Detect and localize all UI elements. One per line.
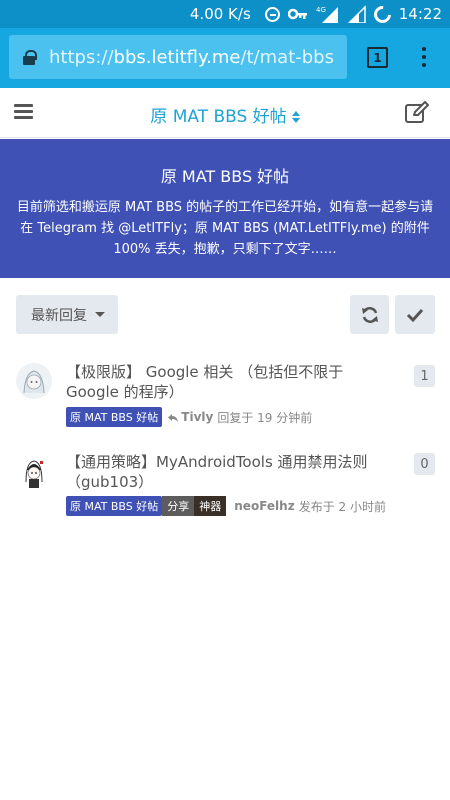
avatar[interactable] xyxy=(16,363,52,399)
vpn-key-icon xyxy=(287,8,308,20)
banner-title: 原 MAT BBS 好帖 xyxy=(160,167,290,186)
category-badge[interactable]: 原 MAT BBS 好帖 xyxy=(66,496,163,516)
topic-title[interactable]: 【极限版】 Google 相关 （包括但不限于 Google 的程序） xyxy=(66,362,396,402)
check-icon xyxy=(406,308,424,322)
username-link[interactable]: neoFelhz xyxy=(234,499,294,513)
signal-icon: 4G xyxy=(316,5,340,23)
mark-read-button[interactable] xyxy=(395,295,435,334)
refresh-button[interactable] xyxy=(350,295,389,334)
topic-title[interactable]: 【通用策略】MyAndroidTools 通用禁用法则（gub103） xyxy=(66,452,396,492)
compose-icon[interactable] xyxy=(405,101,429,123)
browser-toolbar: https://bbs.letitfly.me/t/mat-bbs 1 xyxy=(0,28,450,88)
tag-badge[interactable]: 分享 xyxy=(162,496,195,516)
sort-dropdown-button[interactable]: 最新回复 xyxy=(16,295,118,334)
avatar[interactable] xyxy=(16,454,52,490)
url-path: /t/mat-bbs xyxy=(240,46,334,68)
sync-icon xyxy=(370,2,395,26)
sort-label: 最新回复 xyxy=(31,307,87,324)
network-type-label: 4G xyxy=(316,6,326,14)
reply-count: 0 xyxy=(414,453,435,475)
status-bar: 4.00 K/s 4G 14:22 xyxy=(0,0,450,28)
topic-meta: 原 MAT BBS 好帖 Tivly 回复于 19 分钟前 xyxy=(66,407,312,427)
net-speed: 4.00 K/s xyxy=(189,5,251,23)
url-bar[interactable]: https://bbs.letitfly.me/t/mat-bbs xyxy=(9,35,347,79)
lock-icon xyxy=(23,50,37,65)
sort-icon xyxy=(291,111,300,123)
category-badge[interactable]: 原 MAT BBS 好帖 xyxy=(66,407,163,427)
clock: 14:22 xyxy=(398,5,442,23)
banner-description: 目前筛选和搬运原 MAT BBS 的帖子的工作已经开始，如有意一起参与请在 Te… xyxy=(16,200,434,257)
caret-down-icon xyxy=(95,312,105,317)
username-link[interactable]: Tivly xyxy=(181,410,213,424)
forum-header: 原 MAT BBS 好帖 xyxy=(0,88,450,138)
page-title: 原 MAT BBS 好帖 xyxy=(150,107,287,127)
tab-switcher-button[interactable]: 1 xyxy=(367,47,388,68)
tag-badge[interactable]: 神器 xyxy=(194,496,227,516)
url-protocol: https:// xyxy=(49,46,114,68)
category-dropdown[interactable]: 原 MAT BBS 好帖 xyxy=(0,102,450,127)
browser-menu-icon[interactable] xyxy=(418,45,430,69)
signal-icon xyxy=(347,5,366,23)
data-saver-icon xyxy=(264,6,280,22)
reply-icon xyxy=(168,413,179,422)
url-host: bbs.letitfly.me xyxy=(113,46,241,68)
topic-meta: 原 MAT BBS 好帖 分享 神器 neoFelhz 发布于 2 小时前 xyxy=(66,496,386,516)
category-banner: 原 MAT BBS 好帖 目前筛选和搬运原 MAT BBS 的帖子的工作已经开始… xyxy=(0,139,450,278)
reply-count: 1 xyxy=(414,365,435,387)
refresh-icon xyxy=(361,306,378,323)
activity-time: 发布于 2 小时前 xyxy=(298,499,386,514)
activity-time: 回复于 19 分钟前 xyxy=(217,410,313,425)
